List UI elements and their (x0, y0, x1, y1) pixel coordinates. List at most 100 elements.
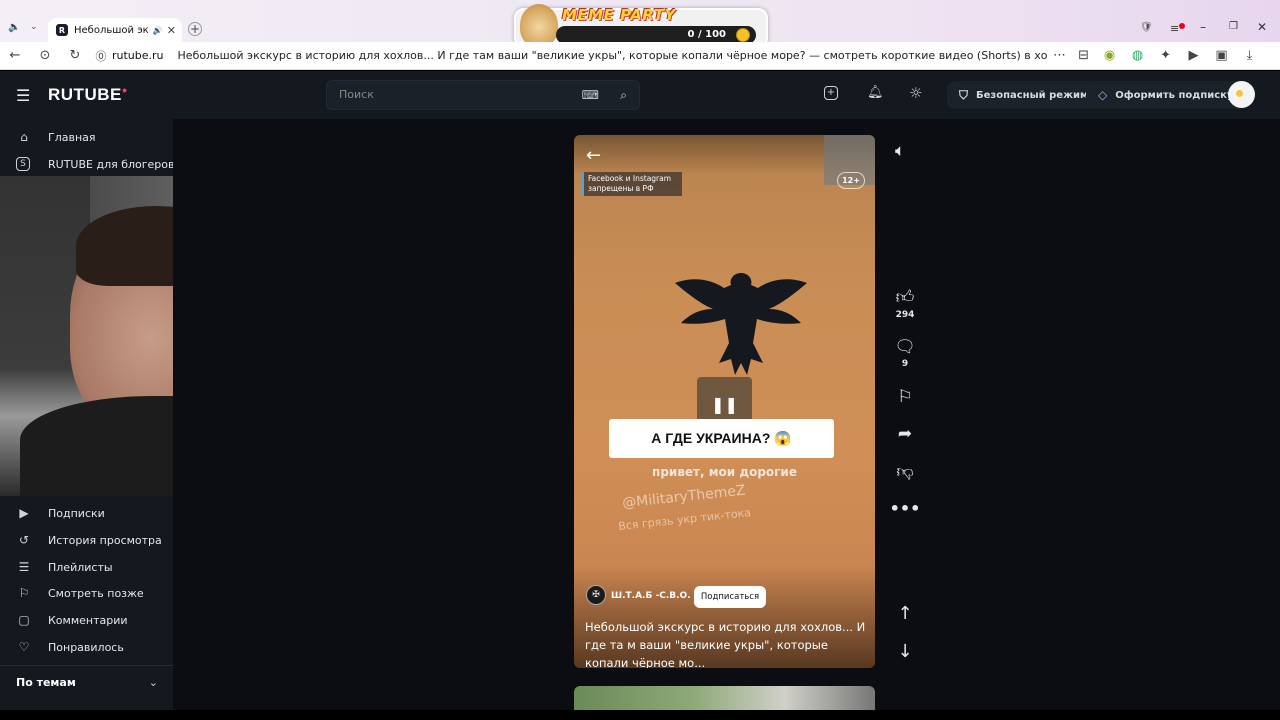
close-window-icon[interactable]: ✕ (1257, 20, 1267, 34)
sidebar-item-liked[interactable]: ♡ Понравилось (16, 637, 124, 657)
meme-party-title: MEME PARTY (562, 6, 676, 24)
sidebar-item-playlists[interactable]: ☰ Плейлисты (16, 557, 113, 577)
comment-count: 9 (901, 359, 909, 369)
like-count: 294 (895, 310, 915, 320)
sidebar-divider (0, 665, 173, 666)
overlay-subtext: привет, мои дорогие (652, 465, 797, 479)
reload-icon[interactable]: ↻ (60, 48, 90, 63)
sidebar-item-label: Плейлисты (48, 560, 113, 574)
previous-video-arrow-icon[interactable]: ↑ (889, 603, 921, 624)
search-input[interactable]: Поиск ⌨ ⌕ (326, 80, 640, 110)
next-video-preview[interactable] (574, 686, 875, 710)
sidebar-item-label: Комментарии (48, 613, 128, 627)
bell-icon[interactable]: 🔔︎ (867, 85, 884, 100)
disclaimer-badge: Facebook и Instagram запрещены в РФ (582, 172, 682, 196)
notification-dot (1179, 23, 1185, 29)
sidebar-item-comments[interactable]: ▢ Комментарии (16, 610, 128, 630)
save-bookmark-icon[interactable]: ⚐ (889, 387, 921, 407)
sidebar-topics[interactable]: По темам ⌄ (16, 676, 158, 689)
minimize-icon[interactable]: – (1200, 20, 1206, 34)
back-arrow-icon[interactable]: ← (586, 145, 601, 166)
tab-close-icon[interactable]: ✕ (167, 24, 176, 37)
bottom-letterbox (0, 710, 1280, 720)
bookmark-page-icon[interactable]: ⊟ (1072, 48, 1096, 63)
hamburger-menu-icon[interactable]: ☰ (16, 86, 30, 105)
browser-tab[interactable]: R Небольшой экскурс 🔊 ✕ (48, 18, 182, 42)
sidebar-item-label: История просмотра (48, 533, 162, 547)
doge-icon (520, 4, 558, 46)
subscribe-button[interactable]: Подписаться (694, 586, 766, 608)
search-icon[interactable]: ⌕ (620, 81, 627, 109)
comment-bubble-icon: 🗨︎ (894, 337, 916, 357)
extension-icon[interactable]: 🛡 (1140, 22, 1153, 33)
theme-sun-icon[interactable]: ☼ (909, 84, 922, 102)
extension-b-icon[interactable]: ◍ (1124, 48, 1152, 63)
comment-icon: ▢ (18, 613, 30, 627)
menu-icon[interactable]: ≡ (1170, 22, 1179, 35)
next-video-arrow-icon[interactable]: ↓ (889, 641, 921, 662)
shield-icon[interactable]: ⊙ (30, 48, 60, 63)
subscribe-premium-label: Оформить подписку (1115, 89, 1234, 101)
playlist-icon: ☰ (18, 560, 30, 574)
volume-icon[interactable]: 🔈︎ (895, 141, 905, 161)
extension-a-icon[interactable]: ◉ (1096, 48, 1124, 63)
keyboard-icon[interactable]: ⌨ (582, 81, 599, 109)
chevron-down-icon: ⌄ (148, 676, 158, 689)
back-icon[interactable]: ← (0, 48, 30, 63)
subscribe-premium-button[interactable]: ◇ Оформить подписку (1086, 81, 1246, 109)
rutube-logo[interactable]: RUTUBE● (48, 85, 128, 105)
tab-list-chevron-icon[interactable]: ⌄ (30, 22, 38, 32)
tab-title: Небольшой экскурс (74, 24, 149, 36)
url-domain[interactable]: rutube.ru (112, 49, 164, 62)
media-icon[interactable]: ▶ (1180, 48, 1208, 63)
sidebar-item-label: Подписки (48, 506, 105, 520)
eagle-emblem-icon (675, 273, 807, 375)
sidebar-item-bloggers[interactable]: S RUTUBE для блогеров (16, 154, 175, 174)
tab-audio-icon[interactable]: 🔈 (8, 22, 20, 33)
tab-sound-icon[interactable]: 🔊 (153, 26, 163, 35)
comments-button[interactable]: 🗨︎ 9 (889, 337, 921, 369)
collections-icon[interactable]: ▣ (1208, 48, 1236, 63)
overlay-caption: А ГДЕ УКРАИНА? 😱 (609, 419, 834, 458)
browser-tab-bar: 🔈 ⌄ R Небольшой экскурс 🔊 ✕ + MEME PARTY… (0, 0, 1280, 48)
sidebar-item-watch-later[interactable]: ⚐ Смотреть позже (16, 583, 144, 603)
history-icon: ↺ (18, 533, 30, 547)
address-bar: ← ⊙ ↻ ⓪ rutube.ru Небольшой экскурс в ис… (0, 42, 1280, 70)
shorts-video-player[interactable]: ← Facebook и Instagram запрещены в РФ 12… (574, 135, 875, 668)
thumbs-up-icon: 👍︎ (895, 287, 915, 308)
thumbs-down-icon[interactable]: 👎︎ (889, 461, 921, 482)
share-icon[interactable]: ➦ (889, 424, 921, 444)
sidebar-item-label: Понравилось (48, 640, 124, 654)
avatar-image-icon (1236, 90, 1243, 97)
sidebar-item-label: Смотреть позже (48, 586, 144, 600)
like-icon: ♡ (18, 640, 30, 654)
extensions-icon[interactable]: ✦ (1152, 48, 1180, 63)
sidebar-topics-label: По темам (16, 676, 76, 689)
new-tab-button[interactable]: + (188, 22, 202, 36)
upload-icon[interactable]: + (824, 86, 838, 100)
avatar[interactable] (1228, 81, 1255, 108)
watermark-handle: @MilitaryThemeZ (621, 482, 747, 512)
safe-mode-button[interactable]: ⛉ Безопасный режим (947, 81, 1101, 109)
logo-dot: ● (121, 85, 128, 95)
url-page-title[interactable]: Небольшой экскурс в историю для хохлов..… (178, 49, 1048, 62)
download-icon[interactable]: ⤓ (1236, 48, 1264, 63)
like-button[interactable]: 👍︎ 294 (889, 286, 921, 320)
site-info-icon[interactable]: ⓪ (90, 48, 112, 64)
video-description[interactable]: Небольшой экскурс в историю для хохлов..… (585, 618, 867, 668)
meme-party-progress-text: 0 / 100 (687, 29, 726, 40)
home-icon: ⌂ (20, 130, 28, 144)
more-dots-icon[interactable]: ⋯ (1048, 48, 1072, 63)
sidebar-item-label: RUTUBE для блогеров (48, 157, 175, 171)
rutube-logo-text: RUTUBE (48, 85, 122, 104)
more-options-icon[interactable]: ••• (889, 499, 921, 518)
bookmark-icon: ⚐ (18, 586, 30, 600)
sidebar-item-home[interactable]: ⌂ Главная (16, 127, 96, 147)
search-placeholder: Поиск (339, 88, 374, 101)
sidebar-item-label: Главная (48, 130, 96, 144)
restore-icon[interactable]: ❐ (1229, 21, 1238, 32)
sidebar-item-subscriptions[interactable]: ▶ Подписки (16, 503, 105, 523)
subscriptions-icon: ▶ (19, 506, 29, 520)
sidebar-item-history[interactable]: ↺ История просмотра (16, 530, 162, 550)
channel-avatar[interactable]: ✠ (586, 585, 606, 605)
